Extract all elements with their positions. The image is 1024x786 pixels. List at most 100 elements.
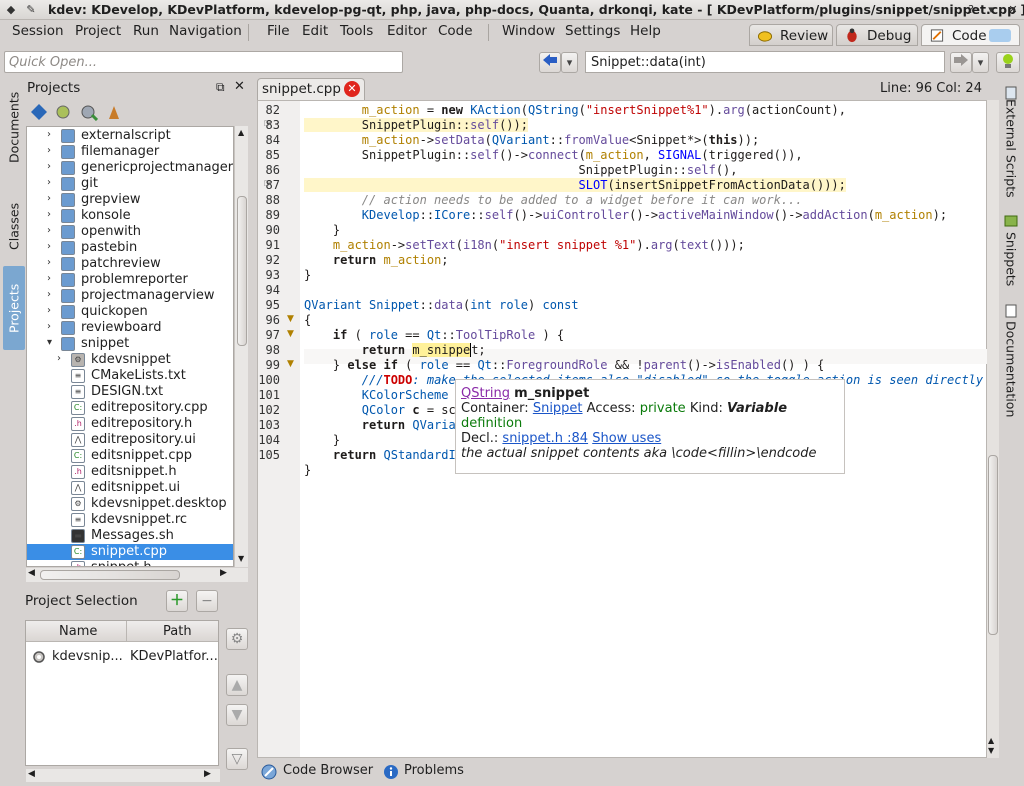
menu-window[interactable]: Window	[502, 23, 555, 39]
close-panel-icon[interactable]: ✕	[234, 79, 245, 94]
tree-item[interactable]: ≡ DESIGN.txt	[27, 384, 233, 400]
scroll-left-icon[interactable]: ◀	[28, 769, 35, 779]
float-panel-icon[interactable]: ⧉	[216, 80, 225, 95]
forward-button[interactable]	[950, 52, 972, 73]
editor-scrollbar[interactable]: ▲ ▼	[987, 100, 999, 758]
clean-icon[interactable]	[105, 103, 123, 121]
scroll-down-icon[interactable]: ▼	[238, 554, 244, 563]
project-tree-hscrollbar[interactable]: ◀ ▶	[26, 568, 248, 582]
area-tab-code[interactable]: Code	[921, 24, 1020, 46]
collapsed-arrow-icon[interactable]: ›	[47, 209, 57, 220]
build-icon[interactable]	[54, 103, 72, 121]
collapsed-arrow-icon[interactable]: ›	[47, 305, 57, 316]
collapsed-arrow-icon[interactable]: ›	[47, 177, 57, 188]
build-project-button[interactable]: ⚙	[226, 628, 248, 650]
fold-marker-icon[interactable]: ▼	[287, 359, 294, 369]
dock-tab-documents[interactable]: Documents	[3, 84, 25, 170]
fold-marker-icon[interactable]: ▼	[287, 329, 294, 339]
tree-item[interactable]: › pastebin	[27, 240, 233, 256]
tree-item[interactable]: ▬ Messages.sh	[27, 528, 233, 544]
column-header-path[interactable]: Path	[163, 624, 192, 639]
quick-open-input[interactable]: Quick Open...	[4, 51, 403, 73]
tree-item[interactable]: › externalscript	[27, 128, 233, 144]
filter-button[interactable]: ▽	[226, 748, 248, 770]
tree-item[interactable]: ⚙ kdevsnippet.desktop	[27, 496, 233, 512]
tree-item[interactable]: › projectmanagerview	[27, 288, 233, 304]
collapsed-arrow-icon[interactable]: ›	[47, 321, 57, 332]
collapsed-arrow-icon[interactable]: ›	[47, 273, 57, 284]
tree-item[interactable]: .h snippet.h	[27, 560, 233, 566]
menu-project[interactable]: Project	[75, 23, 121, 39]
tree-item[interactable]: ▾ snippet	[27, 336, 233, 352]
menu-settings[interactable]: Settings	[565, 23, 620, 39]
project-tree-scrollbar[interactable]: ▲ ▼	[234, 126, 248, 567]
tree-item[interactable]: .h editrepository.h	[27, 416, 233, 432]
tree-item[interactable]: › konsole	[27, 208, 233, 224]
tree-item[interactable]: › patchreview	[27, 256, 233, 272]
scroll-up-icon[interactable]: ▲	[238, 128, 244, 137]
tree-item[interactable]: › openwith	[27, 224, 233, 240]
decl-link[interactable]: snippet.h :84	[502, 431, 588, 446]
scroll-left-icon[interactable]: ◀	[28, 568, 35, 578]
dock-tab-external-scripts[interactable]: External Scripts	[1000, 98, 1022, 198]
scroll-right-icon[interactable]: ▶	[204, 769, 211, 779]
tree-item[interactable]: ⋀ editsnippet.ui	[27, 480, 233, 496]
dock-tab-classes[interactable]: Classes	[3, 188, 25, 264]
scroll-thumb[interactable]	[237, 196, 247, 346]
tree-item[interactable]: C: snippet.cpp	[27, 544, 233, 560]
suggestion-button[interactable]	[996, 52, 1020, 73]
collapsed-arrow-icon[interactable]: ›	[47, 241, 57, 252]
tree-item[interactable]: › filemanager	[27, 144, 233, 160]
breakpoint-marker-icon[interactable]: ☞	[263, 117, 273, 130]
collapsed-arrow-icon[interactable]: ›	[47, 129, 57, 140]
tree-item[interactable]: C: editsnippet.cpp	[27, 448, 233, 464]
dock-tab-projects[interactable]: Projects	[3, 266, 25, 350]
pin-icon[interactable]: ✎	[24, 3, 38, 17]
move-down-button[interactable]: ▼	[226, 704, 248, 726]
remove-project-button[interactable]: −	[196, 590, 218, 612]
collapsed-arrow-icon[interactable]: ›	[47, 193, 57, 204]
add-project-button[interactable]: ＋	[166, 590, 188, 612]
menu-run[interactable]: Run	[133, 23, 159, 39]
tree-item[interactable]: › problemreporter	[27, 272, 233, 288]
window-menu-icon[interactable]: ◆	[4, 3, 18, 17]
tree-item[interactable]: › grepview	[27, 192, 233, 208]
collapsed-arrow-icon[interactable]: ›	[47, 289, 57, 300]
help-icon[interactable]: ?	[964, 3, 978, 17]
minimize-icon[interactable]: ▾	[984, 3, 998, 17]
context-browser-field[interactable]: Snippet::data(int)	[585, 51, 945, 73]
editor-tab-snippet-cpp[interactable]: snippet.cpp ✕	[257, 78, 365, 100]
menu-navigation[interactable]: Navigation	[169, 23, 242, 39]
dock-tab-snippets[interactable]: Snippets	[1000, 228, 1022, 290]
tree-item[interactable]: ⋀ editrepository.ui	[27, 432, 233, 448]
menu-session[interactable]: Session	[12, 23, 64, 39]
tree-item[interactable]: C: editrepository.cpp	[27, 400, 233, 416]
project-selection-table[interactable]: Name Path kdevsnip... KDevPlatfor...	[25, 620, 219, 766]
install-icon[interactable]	[80, 103, 99, 122]
fold-marker-icon[interactable]: ▼	[287, 314, 294, 324]
forward-history-dropdown[interactable]: ▾	[972, 52, 989, 73]
close-window-icon[interactable]: ✕	[1006, 3, 1020, 17]
tree-item[interactable]: › quickopen	[27, 304, 233, 320]
collapsed-arrow-icon[interactable]: ›	[47, 257, 57, 268]
menu-help[interactable]: Help	[630, 23, 661, 39]
move-up-button[interactable]: ▲	[226, 674, 248, 696]
area-tab-review[interactable]: Review	[749, 24, 833, 46]
back-button[interactable]	[539, 52, 561, 73]
tree-item[interactable]: › git	[27, 176, 233, 192]
breakpoint-marker-icon[interactable]: ☞	[263, 177, 273, 190]
selection-hscrollbar[interactable]: ◀ ▶	[26, 769, 220, 782]
tree-item[interactable]: › reviewboard	[27, 320, 233, 336]
expanded-arrow-icon[interactable]: ▾	[47, 337, 57, 348]
menu-code[interactable]: Code	[438, 23, 473, 39]
scroll-down-icon[interactable]: ▼	[988, 746, 994, 755]
tree-item[interactable]: › ⚙ kdevsnippet	[27, 352, 233, 368]
tree-item[interactable]: › genericprojectmanager	[27, 160, 233, 176]
locate-icon[interactable]	[30, 103, 48, 121]
table-row[interactable]: kdevsnip... KDevPlatfor...	[26, 648, 218, 666]
tree-item[interactable]: ≡ CMakeLists.txt	[27, 368, 233, 384]
menu-editor[interactable]: Editor	[387, 23, 427, 39]
back-history-dropdown[interactable]: ▾	[561, 52, 578, 73]
scroll-up-icon[interactable]: ▲	[988, 736, 994, 745]
tree-item[interactable]: .h editsnippet.h	[27, 464, 233, 480]
